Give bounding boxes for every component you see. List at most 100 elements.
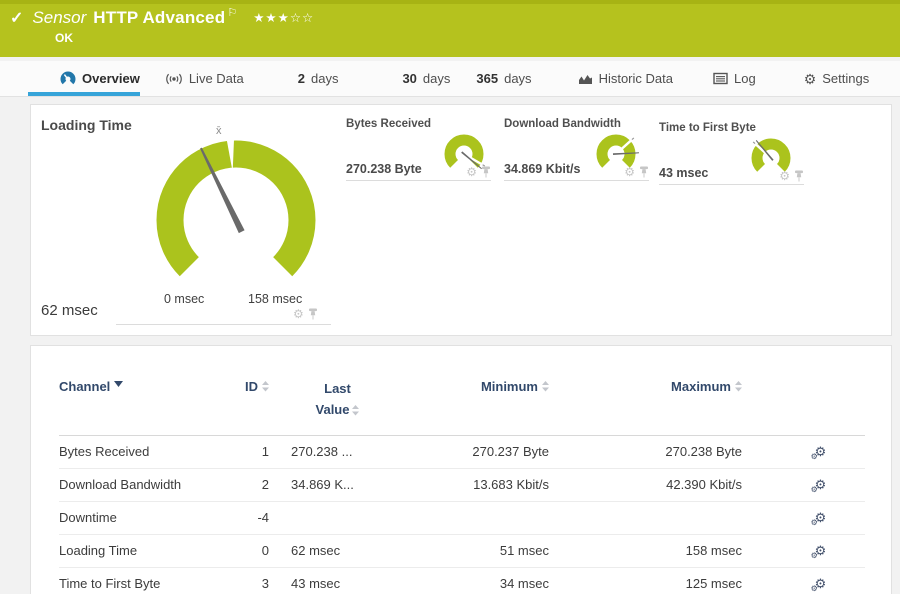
loading-time-gauge bbox=[156, 137, 316, 277]
table-row[interactable]: Bytes Received 1 270.238 ... 270.237 Byt… bbox=[59, 436, 865, 469]
channel-maximum: 270.238 Byte bbox=[665, 444, 742, 460]
channel-settings-gear-small-icon: ⚙ bbox=[810, 584, 818, 594]
sort-both-icon bbox=[262, 381, 269, 392]
channel-id: 3 bbox=[261, 576, 269, 592]
live-data-icon bbox=[166, 73, 182, 84]
main-gauge-value: 62 msec bbox=[41, 302, 98, 319]
channel-minimum: 13.683 Kbit/s bbox=[473, 477, 549, 493]
gauge-overview-icon bbox=[60, 71, 76, 84]
tab-live-data[interactable]: Live Data bbox=[165, 61, 244, 96]
channel-settings-gear-small-icon: ⚙ bbox=[810, 551, 818, 561]
channel-gear-icon[interactable]: ⚙ bbox=[779, 170, 790, 182]
tab-label: Historic Data bbox=[598, 71, 673, 86]
mini-gauge-title: Time to First Byte bbox=[659, 122, 756, 134]
channel-maximum: 158 msec bbox=[685, 543, 742, 559]
tab-log[interactable]: Log bbox=[713, 61, 756, 96]
channel-last-value: 270.238 ... bbox=[291, 444, 353, 460]
column-header-id[interactable]: ID bbox=[245, 379, 269, 394]
channel-last-value: 34.869 K... bbox=[291, 477, 354, 493]
sort-desc-icon bbox=[114, 381, 124, 387]
mini-gauge-value: 43 msec bbox=[659, 166, 709, 180]
channel-settings-gear-small-icon: ⚙ bbox=[810, 452, 818, 462]
tab-number: 365 bbox=[476, 71, 499, 86]
gauge-scale-min: 0 msec bbox=[164, 292, 205, 306]
mini-gauge-time-to-first-byte: Time to First Byte 43 msec ⚙ bbox=[659, 119, 804, 185]
channel-settings-button[interactable]: ⚙ ⚙ bbox=[811, 444, 827, 461]
tab-30-days[interactable]: 30 days bbox=[402, 61, 450, 96]
table-row[interactable]: Downtime -4 ⚙ ⚙ bbox=[59, 502, 865, 535]
channels-table-panel: Channel ID Last Value Minimum Maximum By… bbox=[30, 345, 892, 594]
tab-historic-data[interactable]: Historic Data bbox=[578, 61, 673, 96]
settings-gear-icon: ⚙ bbox=[803, 70, 817, 87]
channel-settings-button[interactable]: ⚙ ⚙ bbox=[811, 477, 827, 494]
channel-name: Bytes Received bbox=[59, 444, 150, 460]
tab-settings[interactable]: ⚙ Settings bbox=[804, 61, 870, 96]
divider bbox=[116, 324, 331, 325]
column-header-maximum[interactable]: Maximum bbox=[671, 379, 742, 394]
channel-minimum: 34 msec bbox=[499, 576, 549, 592]
pin-icon[interactable] bbox=[308, 308, 318, 320]
channel-id: -4 bbox=[257, 510, 269, 526]
channel-name: Download Bandwidth bbox=[59, 477, 182, 493]
mini-gauge-title: Bytes Received bbox=[346, 118, 432, 130]
channel-name: Loading Time bbox=[59, 543, 138, 559]
stars-filled: ★★★ bbox=[253, 10, 290, 25]
tab-label: days bbox=[310, 71, 339, 86]
tab-label: Settings bbox=[822, 71, 870, 86]
channel-name: Downtime bbox=[59, 510, 117, 526]
mini-gauge-value: 34.869 Kbit/s bbox=[504, 162, 581, 176]
gauges-panel: Loading Time x̄ 0 msec 158 msec 62 msec … bbox=[30, 104, 892, 336]
channel-settings-button[interactable]: ⚙ ⚙ bbox=[811, 510, 827, 527]
sort-both-icon bbox=[735, 381, 742, 392]
mini-gauge-bytes-received: Bytes Received 270.238 Byte ⚙ bbox=[346, 115, 491, 181]
channel-minimum: 51 msec bbox=[499, 543, 549, 559]
tab-label: Live Data bbox=[188, 71, 244, 86]
sort-both-icon bbox=[352, 404, 360, 416]
column-header-channel[interactable]: Channel bbox=[59, 379, 241, 394]
table-row[interactable]: Time to First Byte 3 43 msec 34 msec 125… bbox=[59, 568, 865, 594]
main-gauge-title: Loading Time bbox=[41, 117, 132, 133]
column-header-minimum[interactable]: Minimum bbox=[481, 379, 549, 394]
sensor-title: HTTP Advanced bbox=[93, 8, 226, 27]
sort-both-icon bbox=[542, 381, 549, 392]
tab-number: 30 bbox=[402, 71, 417, 86]
status-badge: OK bbox=[55, 31, 73, 45]
sensor-header: ✓ Sensor HTTP Advanced ⚐ ★★★☆☆ OK bbox=[0, 0, 900, 57]
log-icon bbox=[713, 72, 728, 85]
mini-gauge-value: 270.238 Byte bbox=[346, 162, 422, 176]
channel-gear-icon[interactable]: ⚙ bbox=[466, 166, 477, 178]
object-type-label: Sensor bbox=[32, 8, 87, 27]
tab-overview[interactable]: Overview bbox=[28, 61, 140, 96]
channel-minimum: 270.237 Byte bbox=[472, 444, 549, 460]
average-marker-label: x̄ bbox=[216, 125, 222, 137]
table-row[interactable]: Download Bandwidth 2 34.869 K... 13.683 … bbox=[59, 469, 865, 502]
priority-stars[interactable]: ★★★☆☆ bbox=[253, 10, 314, 25]
tab-365-days[interactable]: 365 days bbox=[476, 61, 531, 96]
channel-last-value: 62 msec bbox=[291, 543, 341, 559]
channel-last-value: 43 msec bbox=[291, 576, 341, 592]
mini-gauge-download-bandwidth: Download Bandwidth 34.869 Kbit/s ⚙ bbox=[504, 115, 649, 181]
tab-number: 2 bbox=[297, 71, 305, 86]
channel-gear-icon[interactable]: ⚙ bbox=[624, 166, 635, 178]
historic-data-icon bbox=[578, 75, 592, 84]
channel-settings-gear-small-icon: ⚙ bbox=[810, 518, 818, 528]
tab-bar: Overview Live Data 2 days 30 days 365 da… bbox=[0, 61, 900, 97]
channel-id: 2 bbox=[261, 477, 269, 493]
tab-label: Overview bbox=[82, 71, 140, 86]
channel-gear-icon[interactable]: ⚙ bbox=[293, 308, 304, 320]
tab-2-days[interactable]: 2 days bbox=[298, 61, 339, 96]
flag-icon: ⚐ bbox=[227, 6, 238, 19]
channel-settings-button[interactable]: ⚙ ⚙ bbox=[811, 543, 827, 560]
table-row[interactable]: Loading Time 0 62 msec 51 msec 158 msec … bbox=[59, 535, 865, 568]
channel-maximum: 125 msec bbox=[685, 576, 742, 592]
table-header-row: Channel ID Last Value Minimum Maximum bbox=[59, 346, 865, 436]
tab-label: Log bbox=[733, 71, 756, 86]
pin-icon[interactable] bbox=[639, 166, 649, 178]
pin-icon[interactable] bbox=[794, 170, 804, 182]
channel-maximum: 42.390 Kbit/s bbox=[666, 477, 742, 493]
pin-icon[interactable] bbox=[481, 166, 491, 178]
column-header-last-value[interactable]: Last Value bbox=[309, 379, 367, 421]
channel-id: 0 bbox=[261, 543, 269, 559]
channel-settings-button[interactable]: ⚙ ⚙ bbox=[811, 576, 827, 593]
channel-name: Time to First Byte bbox=[59, 576, 161, 592]
